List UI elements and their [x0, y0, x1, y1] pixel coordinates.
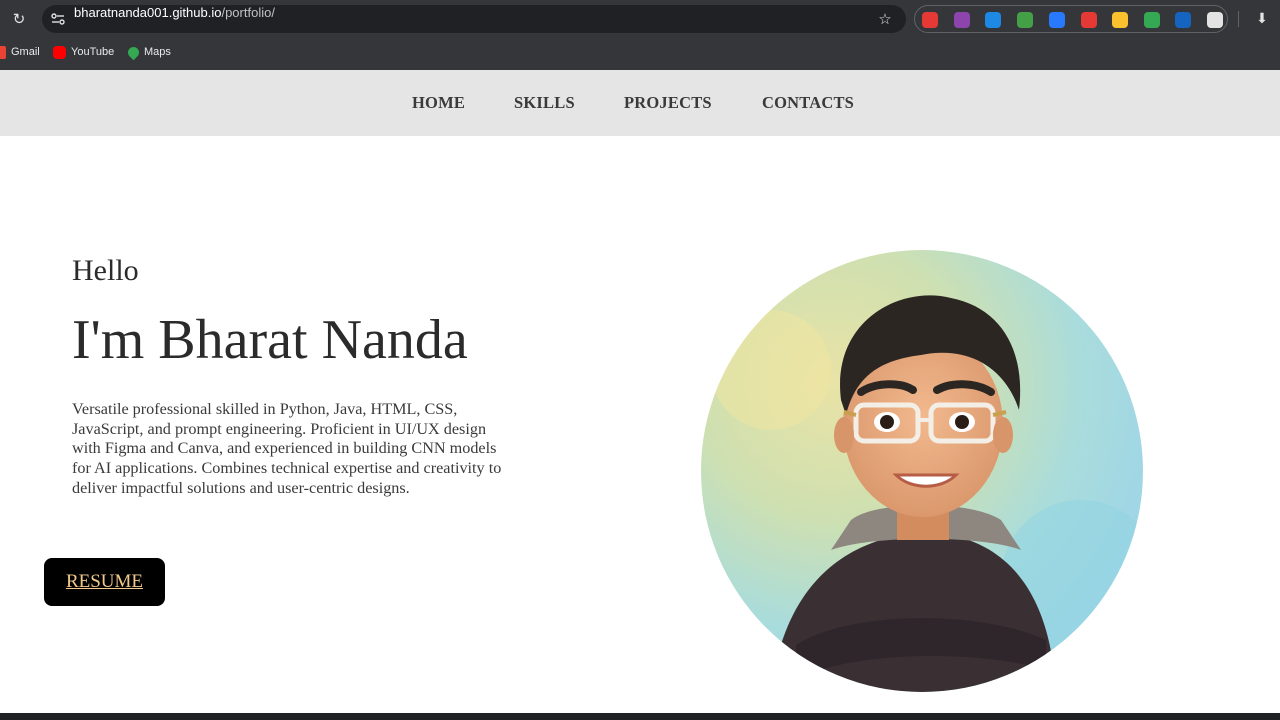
- site-nav: HOME SKILLS PROJECTS CONTACTS: [0, 70, 1280, 136]
- taskbar-edge: [0, 713, 1280, 720]
- resume-button[interactable]: RESUME: [44, 558, 165, 606]
- browser-chrome: ↻ bharatnanda001.github.io/portfolio/ ☆: [0, 0, 1280, 70]
- url-host: bharatnanda001.github.io: [74, 5, 222, 20]
- green-ext-icon[interactable]: [1017, 12, 1033, 28]
- reload-icon[interactable]: ↻: [8, 8, 30, 30]
- address-bar[interactable]: bharatnanda001.github.io/portfolio/ ☆: [42, 5, 906, 33]
- bookmark-maps[interactable]: Maps: [125, 43, 171, 61]
- nav-skills[interactable]: SKILLS: [514, 92, 575, 114]
- blue-badge-ext-icon[interactable]: [1175, 12, 1191, 28]
- bookmark-label: Gmail: [11, 46, 40, 58]
- bookmark-star-icon[interactable]: ☆: [876, 10, 894, 28]
- download-icon[interactable]: ⬇: [1252, 9, 1272, 29]
- hand-ext-icon[interactable]: [1112, 12, 1128, 28]
- purple-ext-icon[interactable]: [954, 12, 970, 28]
- bookmarks-bar: Gmail YouTube Maps: [0, 40, 1280, 64]
- drive-icon[interactable]: [1144, 12, 1160, 28]
- bookmark-youtube[interactable]: YouTube: [53, 43, 114, 61]
- avatar: [701, 250, 1143, 692]
- extensions-bar: [914, 5, 1228, 33]
- blue-dark-ext-icon[interactable]: [985, 12, 1001, 28]
- toolbar-divider: [1238, 11, 1239, 27]
- youtube-icon: [53, 45, 66, 59]
- gmail-icon: [0, 45, 6, 59]
- site-info-icon[interactable]: [50, 11, 66, 27]
- hero-greeting: Hello: [72, 254, 139, 287]
- bookmark-label: YouTube: [71, 46, 115, 58]
- nav-home[interactable]: HOME: [412, 92, 465, 114]
- url-text: bharatnanda001.github.io/portfolio/: [74, 5, 275, 33]
- avatar-illustration: [701, 250, 1143, 692]
- url-path: /portfolio/: [221, 5, 275, 20]
- nav-projects[interactable]: PROJECTS: [624, 92, 712, 114]
- bookmark-label: Maps: [144, 46, 171, 58]
- puzzle-icon[interactable]: [1207, 12, 1223, 28]
- browser-toolbar: ↻ bharatnanda001.github.io/portfolio/ ☆: [0, 0, 1280, 38]
- hero-name: I'm Bharat Nanda: [72, 309, 468, 371]
- red-play-ext-icon[interactable]: [1081, 12, 1097, 28]
- bookmark-gmail[interactable]: Gmail: [0, 43, 40, 61]
- hero-bio: Versatile professional skilled in Python…: [72, 400, 502, 497]
- maps-icon: [125, 44, 142, 60]
- nav-contacts[interactable]: CONTACTS: [762, 92, 854, 114]
- pokeball-icon[interactable]: [922, 12, 938, 28]
- blue-wave-ext-icon[interactable]: [1049, 12, 1065, 28]
